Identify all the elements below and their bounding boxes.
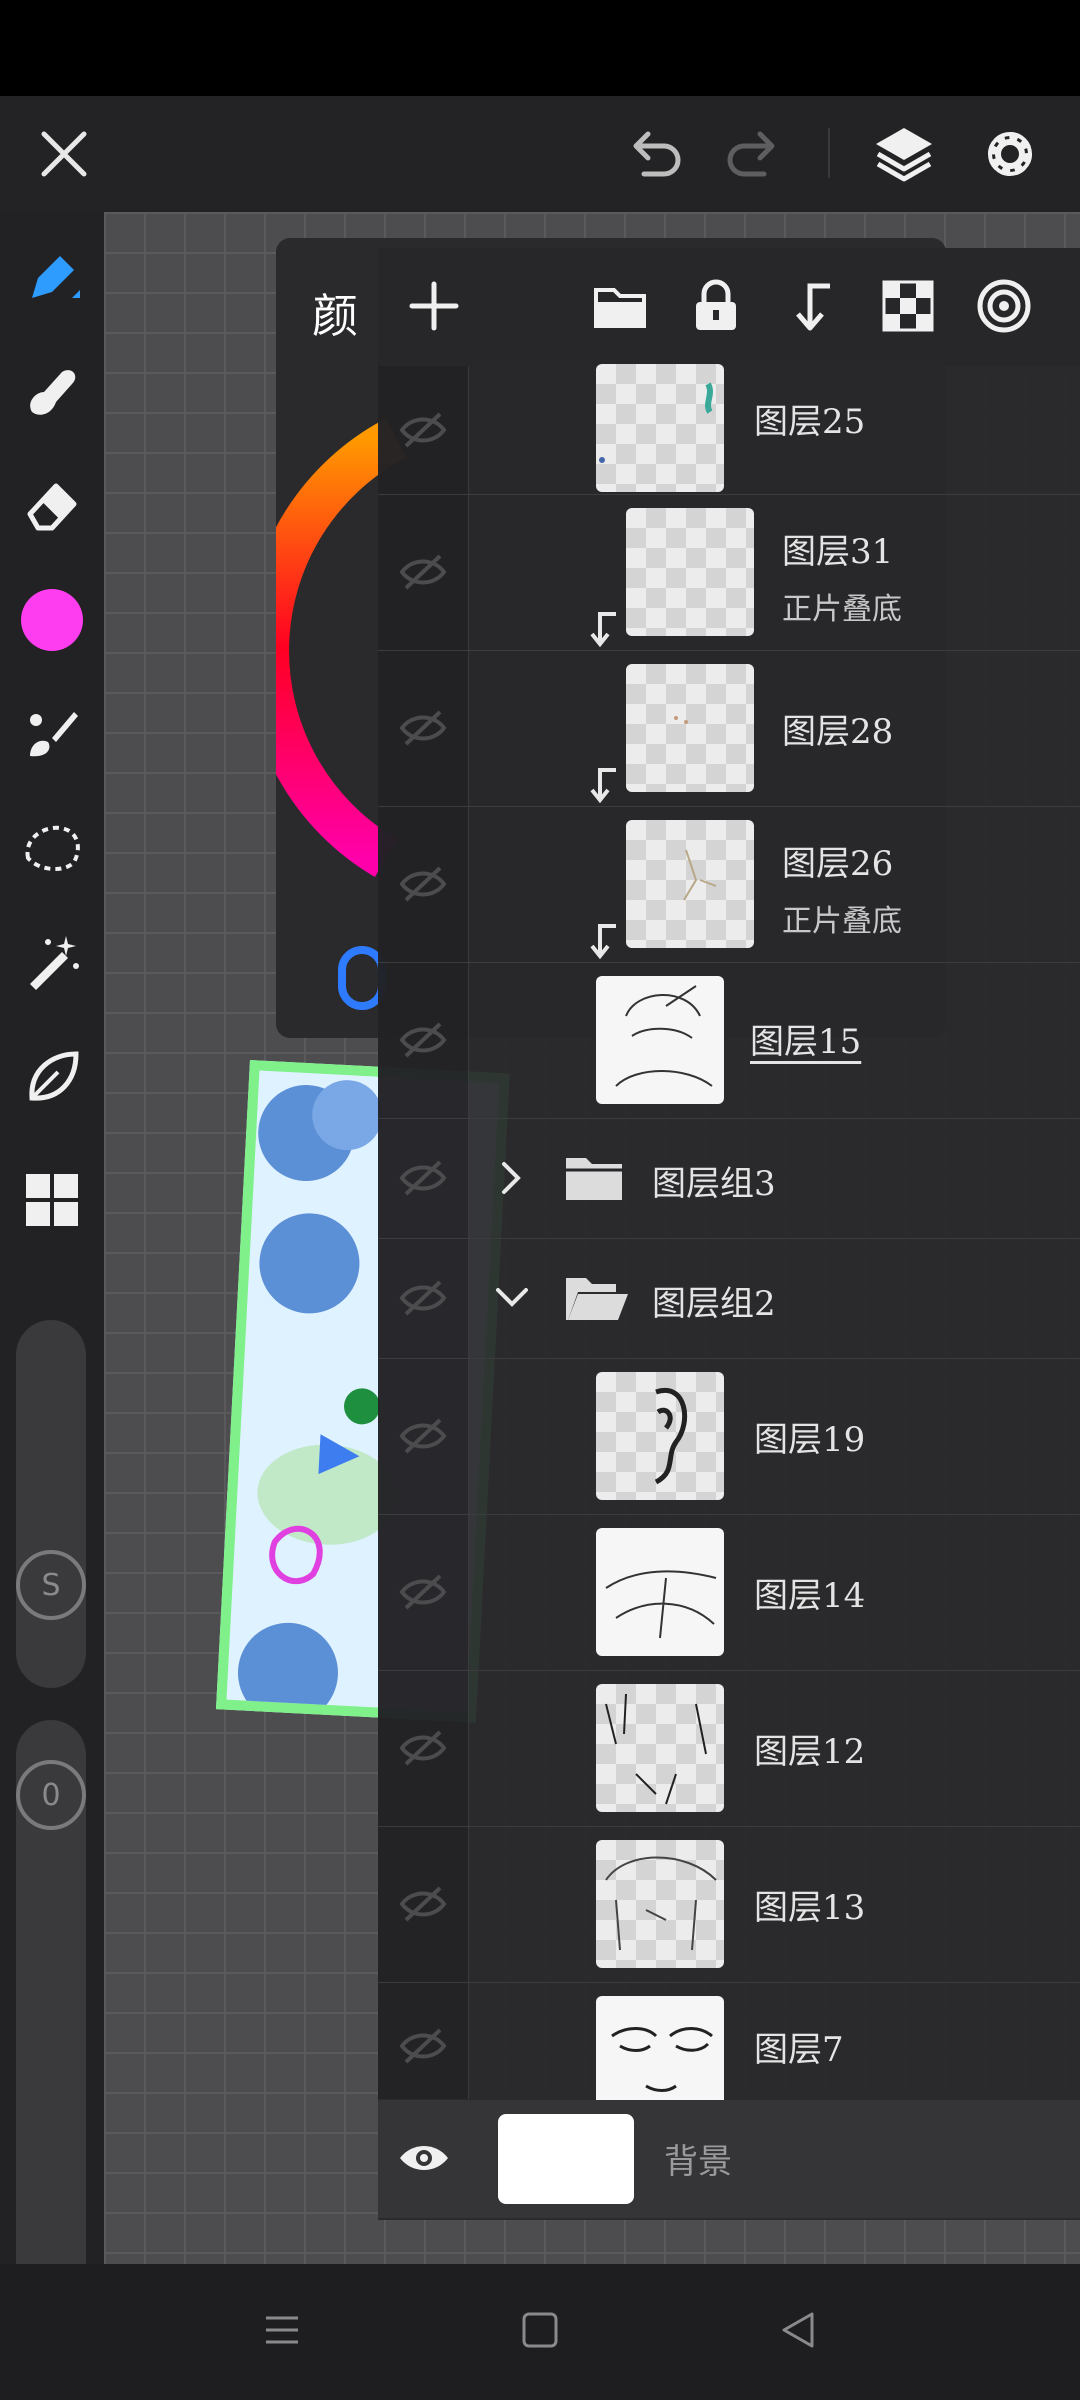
gear-icon[interactable] <box>970 114 1050 194</box>
group-name: 图层组3 <box>652 1164 776 1204</box>
status-bar <box>0 0 1080 96</box>
grid-tool-icon[interactable] <box>18 1166 86 1234</box>
hidden-eye-icon[interactable] <box>398 1020 448 1060</box>
layer-thumbnail <box>596 1840 724 1968</box>
hidden-eye-icon[interactable] <box>398 1416 448 1456</box>
hidden-eye-icon[interactable] <box>398 1884 448 1924</box>
hidden-eye-icon[interactable] <box>398 864 448 904</box>
layer-row[interactable]: 图层31 正片叠底 <box>378 494 1080 651</box>
layer-name: 图层7 <box>754 2030 844 2070</box>
size-knob[interactable]: S <box>16 1550 86 1620</box>
opacity-knob[interactable]: 0 <box>16 1760 86 1830</box>
layer-thumbnail <box>626 820 754 948</box>
layer-row[interactable]: 图层13 <box>378 1826 1080 1983</box>
target-icon[interactable] <box>968 270 1040 342</box>
folder-open-icon <box>566 1278 628 1320</box>
close-icon[interactable] <box>24 114 104 194</box>
layer-name: 图层12 <box>754 1732 866 1772</box>
layer-name: 图层26 <box>782 844 894 884</box>
folder-icon[interactable] <box>584 270 656 342</box>
menu-icon[interactable] <box>262 2310 302 2350</box>
magic-wand-icon[interactable] <box>18 928 86 996</box>
lock-icon[interactable] <box>680 270 752 342</box>
chevron-down-icon[interactable] <box>494 1286 530 1310</box>
hidden-eye-icon[interactable] <box>398 552 448 592</box>
layer-name: 图层15 <box>750 1022 862 1062</box>
blend-mode: 正片叠底 <box>782 592 902 627</box>
redo-icon[interactable] <box>712 114 792 194</box>
layer-row[interactable]: 图层26 正片叠底 <box>378 806 1080 963</box>
hidden-eye-icon[interactable] <box>398 410 448 450</box>
brush-tool-icon[interactable] <box>18 700 86 768</box>
undo-icon[interactable] <box>616 114 696 194</box>
layer-row[interactable]: 图层14 <box>378 1514 1080 1671</box>
color-panel-title: 颜 <box>312 289 358 343</box>
brush-size-slider[interactable] <box>16 1320 86 1688</box>
layer-name: 图层25 <box>754 402 866 442</box>
layer-group-row[interactable]: 图层组2 <box>378 1238 1080 1359</box>
layer-row[interactable]: 图层7 <box>378 1982 1080 2100</box>
folder-icon <box>566 1158 622 1200</box>
blend-mode: 正片叠底 <box>782 904 902 939</box>
layer-row-selected[interactable]: 图层15 <box>378 962 1080 1119</box>
hidden-eye-icon[interactable] <box>398 2026 448 2066</box>
layer-group-row[interactable]: 图层组3 <box>378 1118 1080 1239</box>
layer-row[interactable]: 图层25 <box>378 364 1080 495</box>
clipping-arrow-icon <box>590 612 616 648</box>
hidden-eye-icon[interactable] <box>398 1158 448 1198</box>
lasso-tool-icon[interactable] <box>18 814 86 882</box>
hidden-eye-icon[interactable] <box>398 1278 448 1318</box>
layer-name: 图层19 <box>754 1420 866 1460</box>
leaf-tool-icon[interactable] <box>18 1042 86 1110</box>
eraser-tool-icon[interactable] <box>18 472 86 540</box>
chevron-right-icon[interactable] <box>500 1160 524 1196</box>
layer-name: 图层13 <box>754 1888 866 1928</box>
layer-thumbnail <box>596 1372 724 1500</box>
layers-icon[interactable] <box>864 114 944 194</box>
layer-name: 图层31 <box>782 532 894 572</box>
add-layer-icon[interactable] <box>398 270 470 342</box>
layer-row[interactable]: 图层12 <box>378 1670 1080 1827</box>
home-icon[interactable] <box>520 2310 560 2350</box>
layer-name: 图层14 <box>754 1576 866 1616</box>
background-thumbnail <box>498 2114 634 2204</box>
color-swatch[interactable] <box>18 586 86 654</box>
layer-name: 图层28 <box>782 712 894 752</box>
clipping-arrow-icon <box>590 768 616 804</box>
tool-sidebar: S 0 <box>0 212 104 2340</box>
clipping-arrow-icon <box>590 924 616 960</box>
toolbar-separator <box>828 128 830 178</box>
layer-thumbnail <box>596 1996 724 2100</box>
smudge-tool-icon[interactable] <box>18 358 86 426</box>
group-name: 图层组2 <box>652 1284 776 1324</box>
pen-tool-icon[interactable] <box>18 244 86 312</box>
hidden-eye-icon[interactable] <box>398 1728 448 1768</box>
system-nav-bar <box>0 2264 1080 2400</box>
layer-row[interactable]: 图层19 <box>378 1358 1080 1515</box>
visible-eye-icon[interactable] <box>398 2140 450 2176</box>
transparency-icon[interactable] <box>872 270 944 342</box>
hidden-eye-icon[interactable] <box>398 708 448 748</box>
layer-thumbnail <box>626 508 754 636</box>
background-layer-row[interactable]: 背景 <box>378 2100 1080 2218</box>
layer-thumbnail <box>596 1528 724 1656</box>
layers-toolbar <box>378 248 1080 366</box>
layer-thumbnail <box>596 976 724 1104</box>
merge-down-icon[interactable] <box>776 270 848 342</box>
layer-row[interactable]: 图层28 <box>378 650 1080 807</box>
hidden-eye-icon[interactable] <box>398 1572 448 1612</box>
back-icon[interactable] <box>778 2310 818 2350</box>
layer-thumbnail <box>596 1684 724 1812</box>
background-layer-name: 背景 <box>664 2142 732 2182</box>
top-bar <box>0 96 1080 212</box>
layer-thumbnail <box>596 364 724 492</box>
layer-thumbnail <box>626 664 754 792</box>
